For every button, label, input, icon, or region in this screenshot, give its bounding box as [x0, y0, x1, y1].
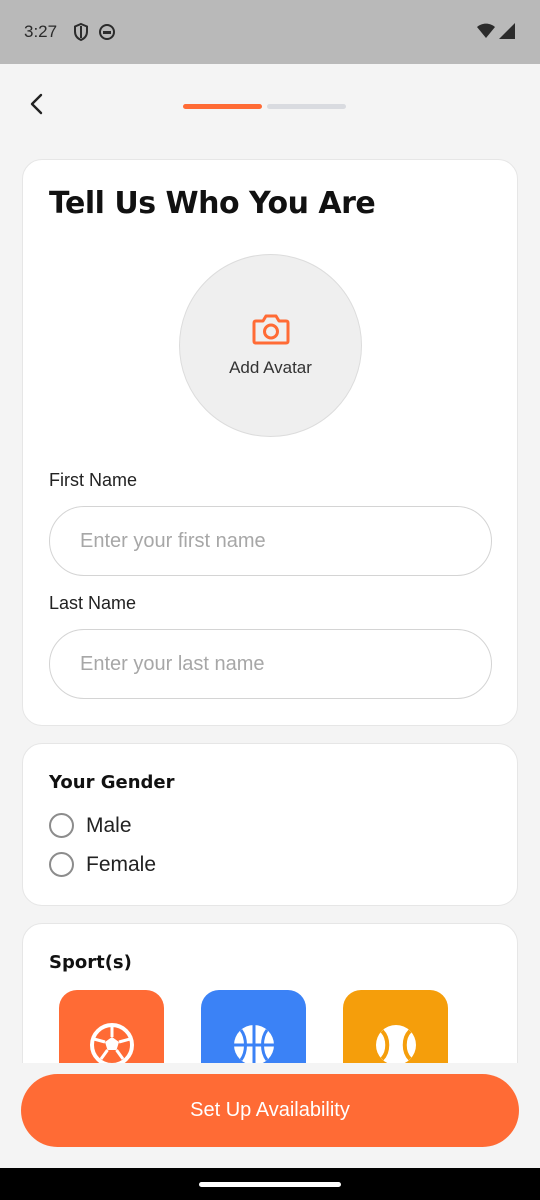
sports-section-title: Sport(s) [49, 952, 132, 973]
progress-step-2 [267, 104, 346, 109]
set-up-availability-button[interactable]: Set Up Availability [21, 1074, 519, 1147]
soccer-ball-icon [89, 1022, 135, 1063]
sports-card: Sport(s) [22, 923, 518, 1063]
last-name-input[interactable] [49, 629, 492, 699]
add-avatar-label: Add Avatar [229, 358, 312, 377]
top-navigation [0, 64, 540, 150]
system-navigation-bar [0, 1168, 540, 1200]
onboarding-progress [183, 104, 346, 109]
tennis-ball-icon [373, 1022, 419, 1063]
shield-icon [72, 22, 90, 47]
gender-card: Your Gender Male Female [22, 743, 518, 906]
radio-button-male[interactable] [49, 813, 74, 838]
status-icons-left [72, 22, 116, 47]
status-icons-right [476, 22, 516, 45]
status-bar: 3:27 [0, 0, 540, 64]
last-name-label: Last Name [49, 593, 137, 613]
gender-option-male[interactable]: Male [49, 813, 132, 838]
sport-tile-basketball[interactable] [201, 990, 306, 1063]
wifi-icon [476, 22, 496, 45]
gender-section-title: Your Gender [49, 772, 175, 793]
gender-option-female[interactable]: Female [49, 852, 156, 877]
add-avatar-button[interactable]: Add Avatar [179, 254, 362, 437]
radio-label-male: Male [86, 813, 132, 837]
first-name-input[interactable] [49, 506, 492, 576]
chevron-left-icon [28, 92, 44, 121]
status-time: 3:27 [24, 22, 58, 41]
form-scroll-area[interactable]: Tell Us Who You Are Add Avatar First Nam… [0, 150, 540, 1063]
app-notification-icon [98, 22, 116, 47]
sport-tile-soccer[interactable] [59, 990, 164, 1063]
home-indicator[interactable] [199, 1182, 341, 1187]
back-button[interactable] [20, 88, 52, 124]
sport-tile-tennis[interactable] [343, 990, 448, 1063]
page-title: Tell Us Who You Are [49, 186, 376, 221]
camera-icon [252, 313, 290, 350]
profile-card: Tell Us Who You Are Add Avatar First Nam… [22, 159, 518, 726]
basketball-icon [231, 1022, 277, 1063]
radio-label-female: Female [86, 852, 157, 876]
first-name-label: First Name [49, 470, 138, 490]
cellular-signal-icon [498, 22, 516, 45]
radio-button-female[interactable] [49, 852, 74, 877]
progress-step-1 [183, 104, 262, 109]
